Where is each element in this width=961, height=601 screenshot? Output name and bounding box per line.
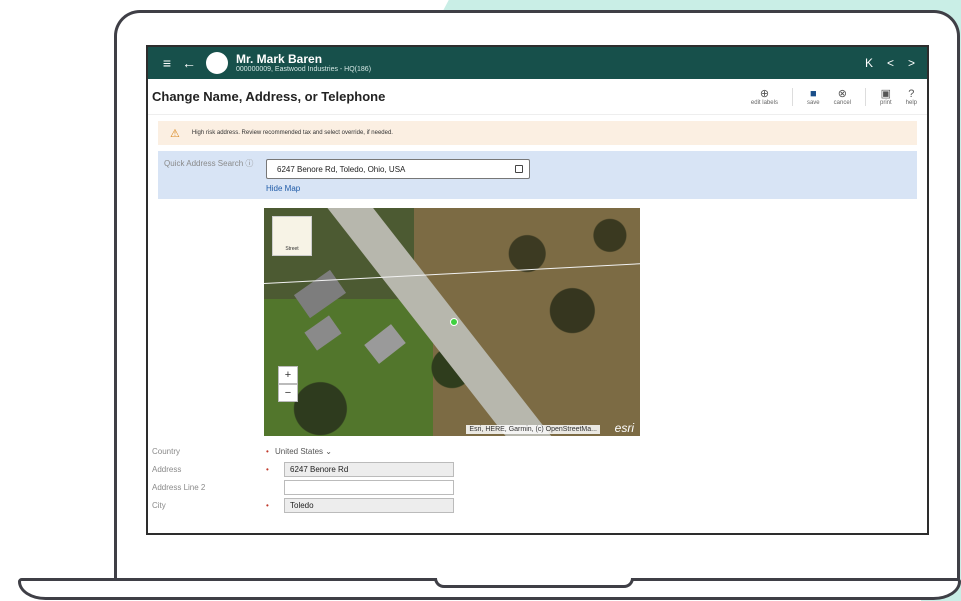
address-label: Address <box>152 465 182 474</box>
country-select[interactable]: United States ⌄ <box>275 447 332 456</box>
zoom-in-button[interactable]: + <box>278 366 298 384</box>
address2-row: Address Line 2 <box>148 479 927 497</box>
help-label: help <box>905 100 917 106</box>
warning-triangle-icon: ⚠ <box>170 127 180 140</box>
print-button[interactable]: ▣ print <box>880 87 892 106</box>
save-button[interactable]: ■ save <box>807 88 820 106</box>
globe-icon: ⊕ <box>759 88 770 100</box>
esri-logo: esri <box>614 421 634 435</box>
quick-search-value: 6247 Benore Rd, Toledo, Ohio, USA <box>277 165 406 174</box>
zoom-out-button[interactable]: − <box>278 384 298 402</box>
divider <box>791 88 793 106</box>
app-screen: ≡ ← Mr. Mark Baren 000000009, Eastwood I… <box>146 45 929 535</box>
customer-info: Mr. Mark Baren 000000009, Eastwood Indus… <box>236 53 371 73</box>
hamburger-icon[interactable]: ≡ <box>156 55 178 71</box>
help-icon: ? <box>908 88 915 100</box>
country-row: Country • United States ⌄ <box>148 443 927 461</box>
quick-address-search: Quick Address Search ⓘ 6247 Benore Rd, T… <box>158 151 917 199</box>
customer-subtitle: 000000009, Eastwood Industries - HQ(186) <box>236 65 372 73</box>
address2-label: Address Line 2 <box>152 483 206 492</box>
address-field[interactable]: 6247 Benore Rd <box>284 462 454 477</box>
map-view[interactable]: Street + − Esri, HERE, Garmin, (c) OpenS… <box>264 208 640 436</box>
first-record-button[interactable]: K <box>865 56 873 70</box>
map-attribution: Esri, HERE, Garmin, (c) OpenStreetMa... <box>466 425 600 434</box>
print-icon: ▣ <box>880 88 892 100</box>
prev-record-button[interactable]: < <box>887 56 894 70</box>
avatar <box>206 52 228 74</box>
cancel-button[interactable]: ⊗ cancel <box>834 87 851 106</box>
cancel-icon: ⊗ <box>837 88 847 100</box>
quick-search-input[interactable]: 6247 Benore Rd, Toledo, Ohio, USA <box>266 159 530 179</box>
warning-text: High risk address. Review recommended ta… <box>191 130 393 136</box>
quick-search-label: Quick Address Search ⓘ <box>164 159 254 168</box>
location-pin-icon[interactable] <box>450 318 458 326</box>
print-label: print <box>879 100 892 106</box>
back-arrow-icon[interactable]: ← <box>178 55 200 71</box>
required-marker: • <box>266 501 269 510</box>
record-nav: K < > <box>865 56 919 70</box>
country-label: Country <box>152 447 181 456</box>
address-form: Country • United States ⌄ Address • 6247… <box>148 443 927 515</box>
next-record-button[interactable]: > <box>908 56 915 70</box>
city-row: City • Toledo <box>148 497 927 515</box>
required-marker: • <box>266 465 269 474</box>
save-label: save <box>806 100 820 106</box>
edit-labels-button[interactable]: ⊕ edit labels <box>751 87 778 106</box>
address2-field[interactable] <box>284 480 454 495</box>
customer-name: Mr. Mark Baren <box>236 52 323 67</box>
warning-banner: ⚠ High risk address. Review recommended … <box>158 121 917 145</box>
page-title: Change Name, Address, or Telephone <box>152 89 386 104</box>
top-bar: ≡ ← Mr. Mark Baren 000000009, Eastwood I… <box>148 47 927 79</box>
laptop-notch <box>434 578 634 588</box>
toolbar: ⊕ edit labels ■ save ⊗ cancel ▣ print ? … <box>751 87 923 106</box>
address-row: Address • 6247 Benore Rd <box>148 461 927 479</box>
help-button[interactable]: ? help <box>906 88 917 106</box>
info-icon[interactable]: ⓘ <box>245 159 253 168</box>
cancel-label: cancel <box>833 100 851 106</box>
stage: ≡ ← Mr. Mark Baren 000000009, Eastwood I… <box>0 0 961 601</box>
divider <box>864 88 866 106</box>
clear-icon[interactable] <box>515 165 523 173</box>
title-bar: Change Name, Address, or Telephone ⊕ edi… <box>148 79 927 115</box>
edit-labels-label: edit labels <box>750 100 778 106</box>
required-marker: • <box>266 447 269 456</box>
city-field[interactable]: Toledo <box>284 498 454 513</box>
hide-map-link[interactable]: Hide Map <box>266 184 300 193</box>
chevron-down-icon: ⌄ <box>325 447 332 456</box>
save-icon: ■ <box>809 88 817 100</box>
basemap-label: Street <box>285 246 299 252</box>
basemap-toggle[interactable]: Street <box>272 216 312 256</box>
zoom-controls: + − <box>278 366 298 402</box>
city-label: City <box>152 501 166 510</box>
